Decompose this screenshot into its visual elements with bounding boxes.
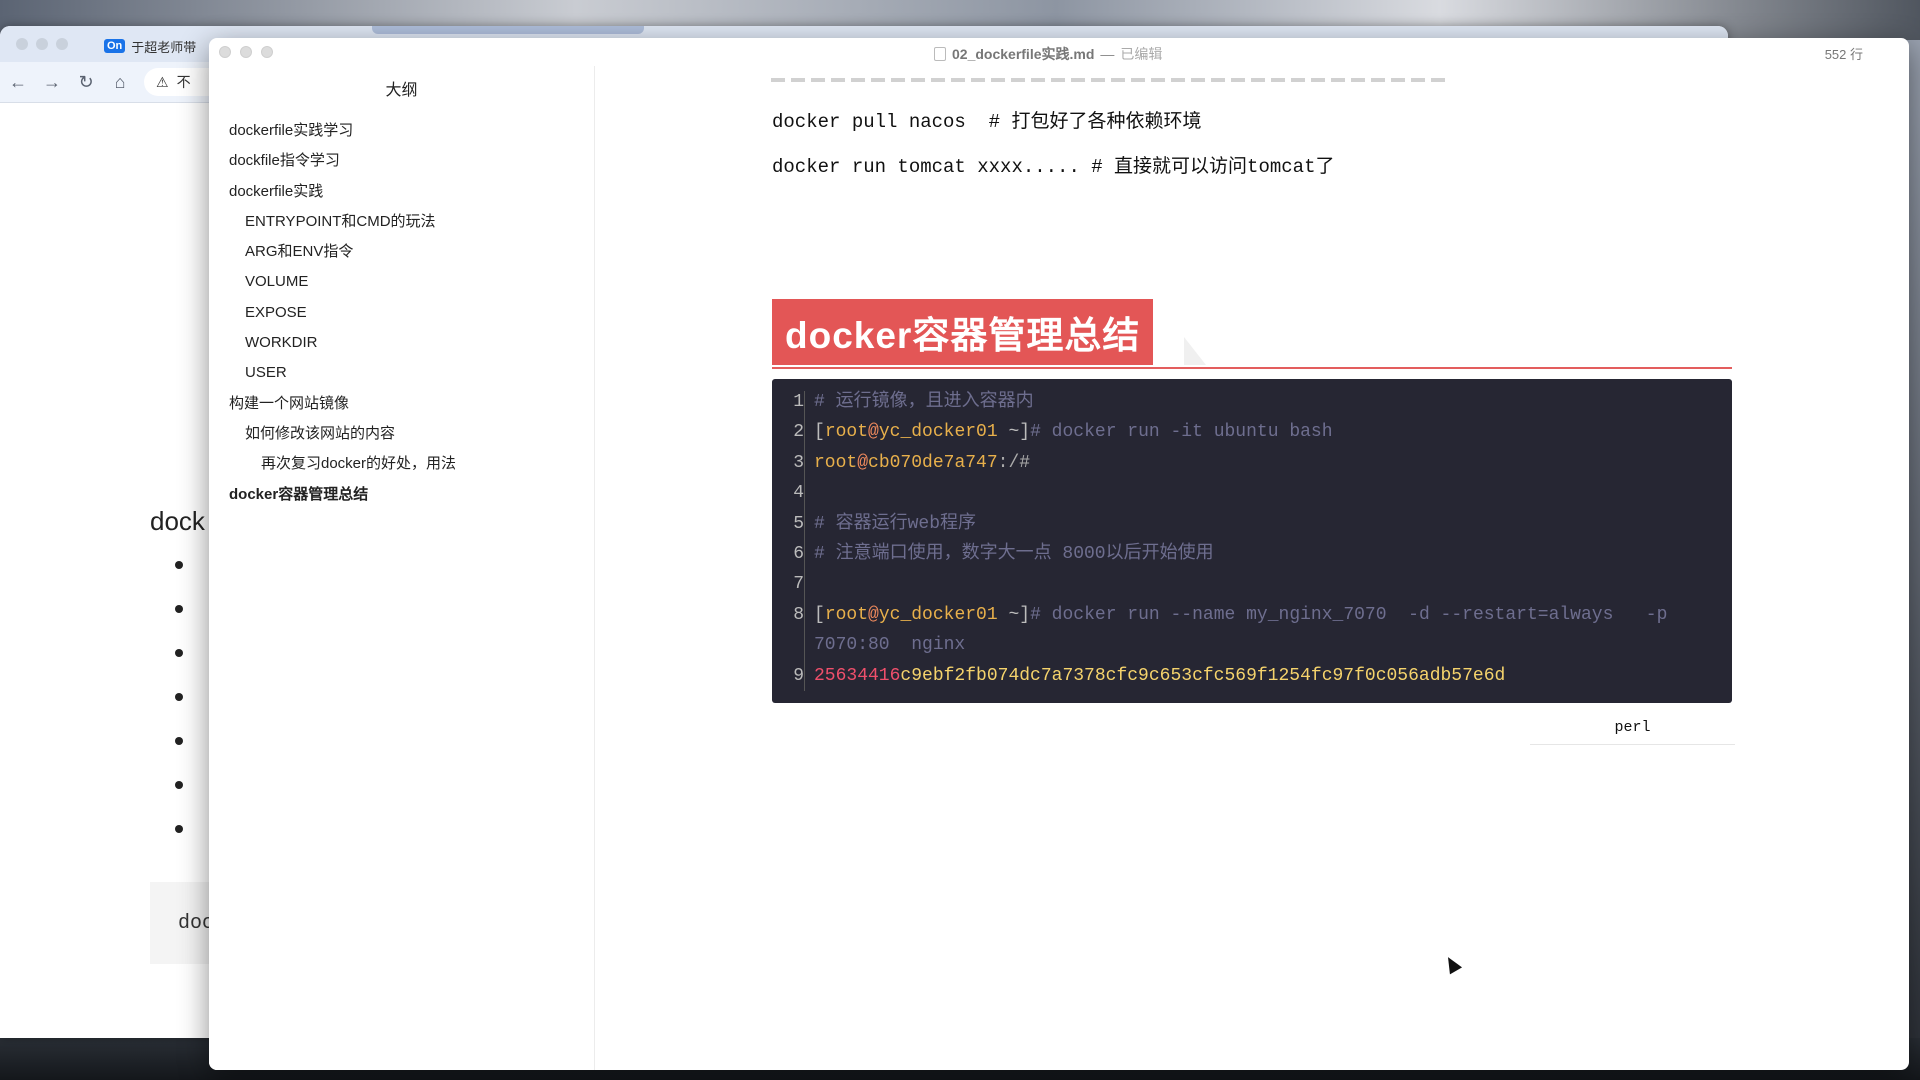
code-line-3: root@cb070de7a747:/# <box>814 452 1031 473</box>
outline-item[interactable]: 如何修改该网站的内容 <box>209 419 594 449</box>
close-dot-icon[interactable] <box>16 38 28 50</box>
outline-item[interactable]: docker容器管理总结 <box>209 480 594 510</box>
line-number: 1 <box>793 392 804 412</box>
code-line-1: # 运行镜像，且进入容器内 <box>814 392 1034 412</box>
outline-title: 大纲 <box>385 82 418 99</box>
address-text: 不 <box>176 74 191 90</box>
zoom-button-icon[interactable] <box>261 46 273 58</box>
gutter-divider <box>804 391 805 691</box>
mouse-cursor-icon <box>1441 953 1463 975</box>
bullet-icon <box>175 561 183 569</box>
outline-item[interactable]: dockerfile实践学习 <box>209 116 594 146</box>
title-separator: — <box>1100 46 1115 62</box>
code-line-2: [root@yc_docker01 ~]# docker run -it ubu… <box>814 422 1333 443</box>
browser-tab-strip[interactable] <box>372 26 644 34</box>
outline-item[interactable]: ARG和ENV指令 <box>209 237 594 267</box>
heading-fold-decoration <box>1184 337 1206 365</box>
line-number <box>772 630 804 660</box>
code-text-line: docker pull nacos # 打包好了各种依赖环境 <box>772 111 1202 133</box>
outline-item[interactable]: 再次复习docker的好处，用法 <box>209 449 594 479</box>
outline-item[interactable]: 构建一个网站镜像 <box>209 389 594 419</box>
home-icon[interactable]: ⌂ <box>110 72 130 93</box>
warning-icon: ⚠ <box>156 73 169 90</box>
code-line-9: 25634416c9ebf2fb074dc7a7378cfc9c653cfc56… <box>814 665 1506 686</box>
section-heading: docker容器管理总结 <box>772 299 1732 369</box>
bullet-icon <box>175 605 183 613</box>
outline-item[interactable]: USER <box>209 358 594 388</box>
code-line-8-continued: 7070:80 nginx <box>814 635 966 656</box>
bullet-icon <box>175 781 183 789</box>
line-number: 7 <box>793 574 804 595</box>
line-number: 9 <box>793 665 804 686</box>
markdown-editor-window: 02_dockerfile实践.md — 已编辑 552 行 大纲 docker… <box>209 38 1909 1070</box>
minimize-dot-icon[interactable] <box>36 38 48 50</box>
line-number-gutter: 1 2 3 4 5 6 7 8 9 <box>772 387 804 691</box>
document-icon <box>934 47 946 61</box>
back-arrow-icon[interactable]: ← <box>8 72 28 93</box>
line-number: 3 <box>793 452 804 473</box>
close-button-icon[interactable] <box>219 46 231 58</box>
outline-item[interactable]: dockfile指令学习 <box>209 146 594 176</box>
edit-status: 已编辑 <box>1120 46 1163 62</box>
tab-label: 于超老师带 <box>131 39 197 55</box>
editor-window-controls <box>219 46 273 58</box>
code-line-5: # 容器运行web程序 <box>814 513 977 534</box>
outline-item[interactable]: WORKDIR <box>209 328 594 358</box>
line-number: 4 <box>793 483 804 504</box>
editor-title-bar: 02_dockerfile实践.md — 已编辑 552 行 <box>209 38 1909 66</box>
code-line-8: [root@yc_docker01 ~]# docker run --name … <box>814 604 1668 625</box>
code-block[interactable]: 1 2 3 4 5 6 7 8 9 # 运行镜像，且进入容器内 [root@yc_docker0… <box>772 379 1732 703</box>
outline-item[interactable]: VOLUME <box>209 267 594 297</box>
bullet-icon <box>175 693 183 701</box>
tab-favicon-icon: On <box>104 39 126 53</box>
bullet-icon <box>175 649 183 657</box>
minimize-button-icon[interactable] <box>240 46 252 58</box>
outline-item[interactable]: dockerfile实践 <box>209 177 594 207</box>
reload-icon[interactable]: ↻ <box>76 72 96 93</box>
browser-window-controls <box>16 38 68 50</box>
background-page-heading: dock <box>150 506 205 536</box>
code-block-text: # 运行镜像，且进入容器内 [root@yc_docker01 ~]# dock… <box>814 387 1719 691</box>
zoom-dot-icon[interactable] <box>56 38 68 50</box>
outline-list: dockerfile实践学习 dockfile指令学习 dockerfile实践 EN… <box>209 116 594 510</box>
outline-sidebar: 大纲 dockerfile实践学习 dockfile指令学习 dockerfile实… <box>209 66 595 1070</box>
bullet-icon <box>175 825 183 833</box>
code-line-6: # 注意端口使用，数字大一点 8000以后开始使用 <box>814 543 1214 564</box>
background-bullet-list <box>175 561 183 869</box>
bullet-icon <box>175 737 183 745</box>
file-name: 02_dockerfile实践.md <box>952 46 1095 62</box>
browser-tab[interactable]: On 于超老师带 <box>104 32 224 60</box>
line-number: 8 <box>793 604 804 625</box>
line-number: 6 <box>793 543 804 564</box>
line-number: 5 <box>793 513 804 534</box>
code-language-selector[interactable]: perl <box>1530 712 1735 745</box>
code-text-line: docker run tomcat xxxx..... # 直接就可以访问tom… <box>772 156 1335 178</box>
heading-text: docker容器管理总结 <box>772 299 1154 365</box>
editor-content[interactable]: docker pull nacos # 打包好了各种依赖环境 docker ru… <box>595 66 1909 1070</box>
outline-item[interactable]: EXPOSE <box>209 298 594 328</box>
line-number: 2 <box>793 422 804 443</box>
window-title: 02_dockerfile实践.md — 已编辑 <box>934 44 1162 64</box>
line-count: 552 行 <box>1824 47 1863 62</box>
forward-arrow-icon[interactable]: → <box>42 72 62 93</box>
outline-item[interactable]: ENTRYPOINT和CMD的玩法 <box>209 207 594 237</box>
clipped-text-line <box>771 78 1451 82</box>
